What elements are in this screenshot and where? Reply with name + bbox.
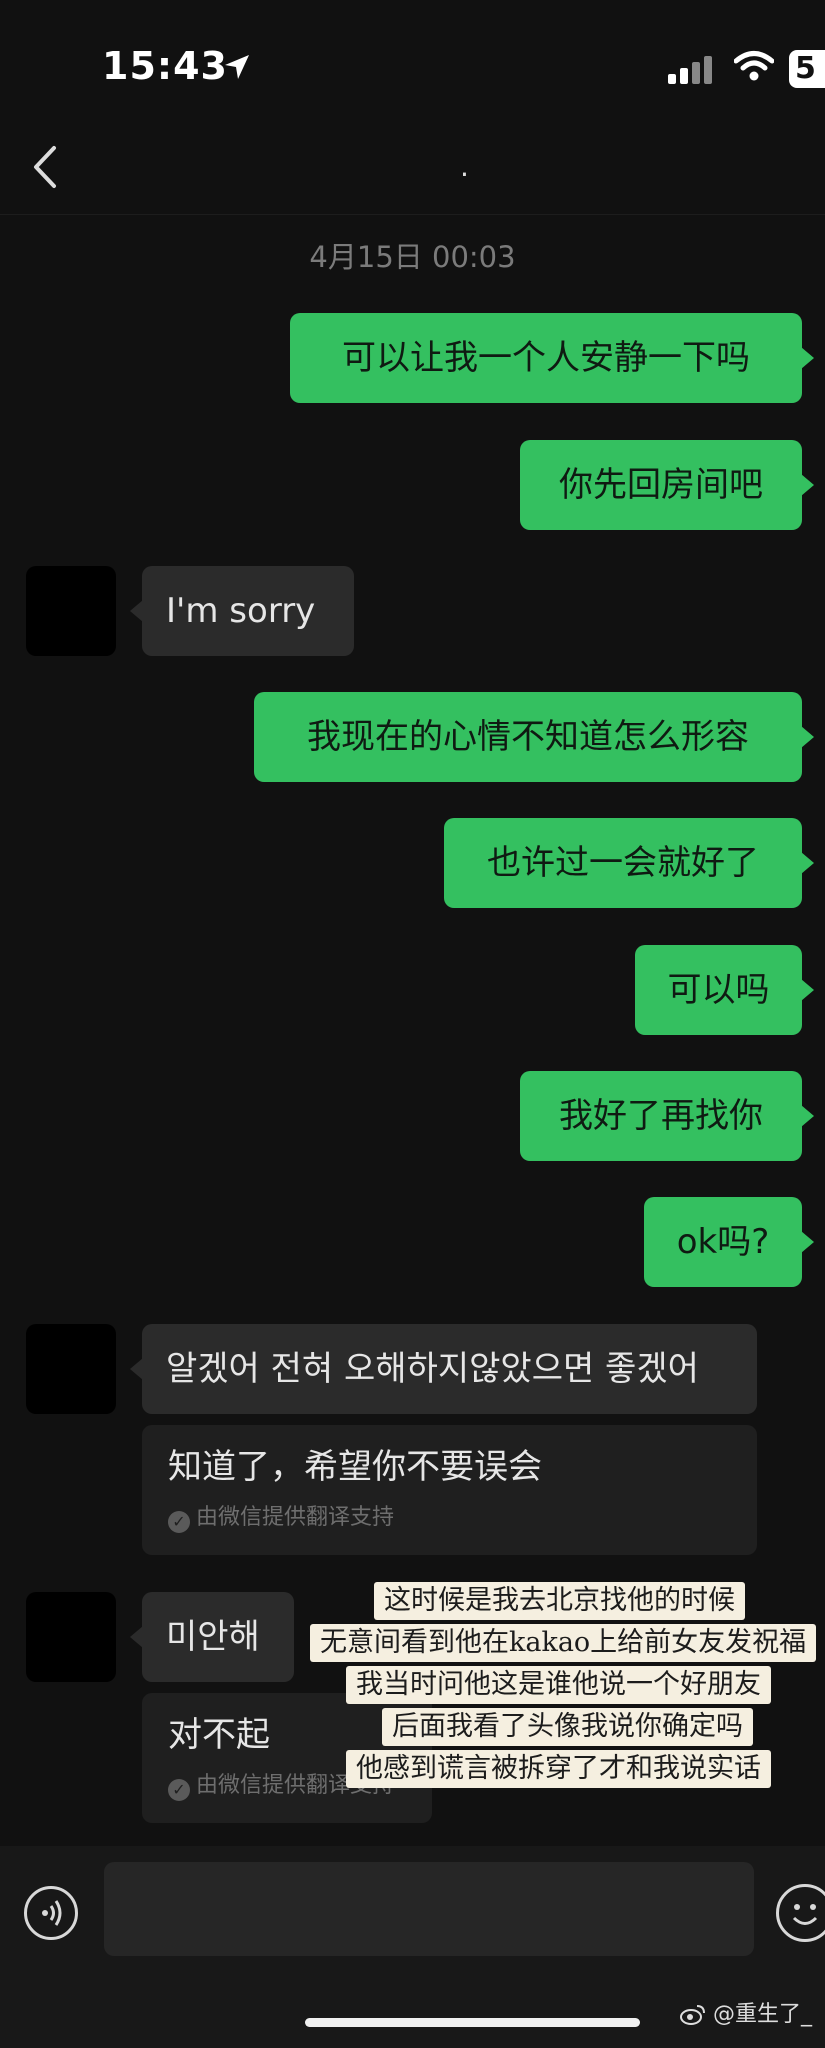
note-line: 他感到谎言被拆穿了才和我说实话 [346, 1750, 771, 1788]
received-message[interactable]: 알겠어 전혀 오해하지않았으면 좋겠어 [130, 1324, 757, 1414]
sent-message[interactable]: 我好了再找你 [520, 1071, 814, 1161]
note-line: 后面我看了头像我说你确定吗 [382, 1708, 753, 1746]
translated-text: 知道了，希望你不要误会 [168, 1447, 542, 1487]
sent-message[interactable]: 你先回房间吧 [520, 440, 814, 530]
sent-message[interactable]: 我现在的心情不知道怎么形容 [254, 692, 814, 782]
signal-icon [668, 56, 712, 84]
back-arrow-icon[interactable] [30, 144, 60, 190]
sent-message[interactable]: 也许过一会就好了 [444, 818, 814, 908]
header-divider [0, 214, 825, 215]
received-message[interactable]: 미안해 [130, 1592, 294, 1682]
check-icon: ✓ [168, 1511, 190, 1533]
translation-card[interactable]: 知道了，希望你不要误会 ✓ 由微信提供翻译支持 [142, 1425, 757, 1555]
message-input[interactable] [104, 1862, 754, 1956]
message-timestamp: 4月15日 00:03 [309, 240, 516, 274]
sent-message[interactable]: 可以吗 [635, 945, 814, 1035]
weibo-logo-icon [680, 2005, 705, 2025]
wifi-icon [734, 51, 774, 81]
contact-avatar[interactable] [26, 1592, 116, 1682]
location-arrow-icon [225, 55, 249, 79]
battery-icon: 5 [789, 50, 825, 88]
home-indicator[interactable] [305, 2018, 640, 2027]
status-time: 15:43 [102, 44, 228, 88]
received-message[interactable]: I'm sorry [130, 566, 354, 656]
sent-message[interactable]: 可以让我一个人安静一下吗 [290, 313, 814, 403]
contact-avatar[interactable] [26, 566, 116, 656]
translation-credit: ✓ 由微信提供翻译支持 [168, 1499, 731, 1533]
sent-message[interactable]: ok吗? [644, 1197, 814, 1287]
weibo-watermark: @重生了_ [680, 1996, 812, 2028]
note-line: 这时候是我去北京找他的时候 [374, 1582, 745, 1620]
note-line: 无意间看到他在kakao上给前女友发祝福 [310, 1624, 817, 1662]
contact-avatar[interactable] [26, 1324, 116, 1414]
check-icon: ✓ [168, 1779, 190, 1801]
emoji-icon[interactable] [776, 1884, 825, 1942]
voice-input-icon[interactable] [24, 1886, 78, 1940]
handwritten-note-overlay: 这时候是我去北京找他的时候 无意间看到他在kakao上给前女友发祝福 我当时问他… [310, 1582, 825, 1794]
note-line: 我当时问他这是谁他说一个好朋友 [346, 1666, 771, 1704]
chat-title: . [460, 150, 469, 183]
